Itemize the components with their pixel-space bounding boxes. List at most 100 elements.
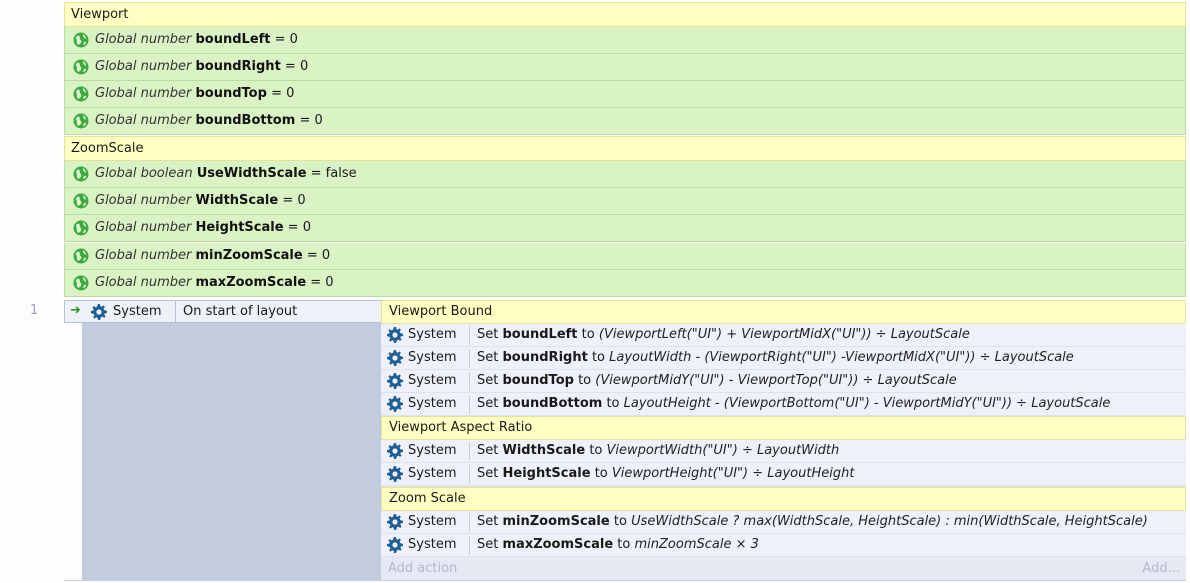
- group-title: ZoomScale: [71, 141, 144, 156]
- action-object: System: [408, 466, 457, 481]
- action-row[interactable]: System Set boundTop to (ViewportMidY("UI…: [381, 370, 1186, 393]
- globe-icon: [73, 166, 89, 182]
- action-object: System: [408, 350, 457, 365]
- action-object: System: [408, 514, 457, 529]
- action-object: System: [408, 373, 457, 388]
- group-header-viewport[interactable]: Viewport: [64, 2, 1186, 27]
- variable-value: = 0: [299, 113, 323, 128]
- globe-icon: [73, 113, 89, 129]
- action-text: Set HeightScale to ViewportHeight("UI") …: [477, 466, 855, 481]
- global-variable-row[interactable]: Global number boundBottom = 0: [64, 108, 1186, 135]
- event-condition-area[interactable]: ➜ System On start of layout: [64, 300, 382, 580]
- action-text: Set boundLeft to (ViewportLeft("UI") + V…: [477, 327, 970, 342]
- event-line-number: 1: [30, 303, 39, 318]
- variable-name: boundLeft: [195, 32, 271, 47]
- globe-icon: [73, 86, 89, 102]
- group-header-zoomscale[interactable]: ZoomScale: [64, 136, 1186, 161]
- global-variable-row[interactable]: Global number WidthScale = 0: [64, 188, 1186, 215]
- gear-icon: [387, 514, 403, 530]
- action-object: System: [408, 443, 457, 458]
- divider: [469, 442, 470, 461]
- add-row: Add action Add...: [381, 559, 1186, 580]
- action-row[interactable]: System Set WidthScale to ViewportWidth("…: [381, 440, 1186, 463]
- gear-icon: [387, 537, 403, 553]
- variable-name: HeightScale: [195, 220, 284, 235]
- gear-icon: [387, 373, 403, 389]
- variable-name: WidthScale: [195, 193, 279, 208]
- action-row[interactable]: System Set boundLeft to (ViewportLeft("U…: [381, 324, 1186, 347]
- subgroup-title: Zoom Scale: [389, 491, 466, 506]
- global-variable-row[interactable]: Global boolean UseWidthScale = false: [64, 161, 1186, 188]
- action-object: System: [408, 327, 457, 342]
- action-text: Set boundTop to (ViewportMidY("UI") - Vi…: [477, 373, 957, 388]
- event-condition-row[interactable]: ➜ System On start of layout: [64, 300, 382, 323]
- variable-value: = 0: [287, 220, 311, 235]
- divider: [469, 326, 470, 345]
- action-object: System: [408, 537, 457, 552]
- gear-icon: [387, 466, 403, 482]
- subgroup-title: Viewport Aspect Ratio: [389, 420, 533, 435]
- subgroup-title: Viewport Bound: [389, 304, 493, 319]
- global-variable-row[interactable]: Global number minZoomScale = 0: [64, 243, 1186, 270]
- variable-name: minZoomScale: [195, 248, 303, 263]
- action-text: Set boundRight to LayoutWidth - (Viewpor…: [477, 350, 1074, 365]
- variable-kind: Global number: [95, 220, 192, 235]
- gear-icon: [387, 327, 403, 343]
- action-row[interactable]: System Set HeightScale to ViewportHeight…: [381, 463, 1186, 486]
- variable-value: = 0: [274, 32, 298, 47]
- divider: [175, 301, 176, 323]
- action-object: System: [408, 396, 457, 411]
- variable-value: = 0: [271, 86, 295, 101]
- gear-icon: [387, 443, 403, 459]
- variable-value: = false: [310, 166, 357, 181]
- global-variable-row[interactable]: Global number boundRight = 0: [64, 54, 1186, 81]
- global-variable-row[interactable]: Global number boundTop = 0: [64, 81, 1186, 108]
- gear-icon: [387, 350, 403, 366]
- variable-value: = 0: [284, 59, 309, 74]
- divider: [469, 349, 470, 368]
- action-row[interactable]: System Set maxZoomScale to minZoomScale …: [381, 534, 1186, 557]
- variable-name: boundTop: [195, 86, 267, 101]
- action-row[interactable]: System Set minZoomScale to UseWidthScale…: [381, 511, 1186, 534]
- divider: [469, 465, 470, 484]
- divider: [469, 372, 470, 391]
- condition-object: System: [113, 304, 162, 319]
- globe-icon: [73, 248, 89, 264]
- variable-kind: Global number: [95, 86, 192, 101]
- action-text: Set minZoomScale to UseWidthScale ? max(…: [477, 514, 1148, 529]
- event-actions-area[interactable]: Viewport Bound System Set boundLeft to (…: [381, 300, 1186, 580]
- variable-kind: Global number: [95, 248, 192, 263]
- action-text: Set maxZoomScale to minZoomScale × 3: [477, 537, 759, 552]
- variable-name: maxZoomScale: [195, 275, 307, 290]
- condition-text: On start of layout: [183, 304, 298, 319]
- action-text: Set boundBottom to LayoutHeight - (Viewp…: [477, 396, 1111, 411]
- add-more-link[interactable]: Add...: [1142, 561, 1180, 576]
- add-action-link[interactable]: Add action: [388, 561, 457, 576]
- arrow-right-icon: ➜: [70, 303, 81, 318]
- globe-icon: [73, 220, 89, 236]
- divider: [469, 513, 470, 532]
- global-variable-row[interactable]: Global number maxZoomScale = 0: [64, 270, 1186, 297]
- divider: [469, 536, 470, 555]
- globe-icon: [73, 59, 89, 75]
- variable-kind: Global number: [95, 193, 192, 208]
- subgroup-header-viewport-aspect-ratio[interactable]: Viewport Aspect Ratio: [381, 416, 1186, 440]
- variable-kind: Global number: [95, 59, 192, 74]
- variable-kind: Global number: [95, 32, 192, 47]
- global-variable-row[interactable]: Global number HeightScale = 0: [64, 215, 1186, 242]
- action-row[interactable]: System Set boundRight to LayoutWidth - (…: [381, 347, 1186, 370]
- variable-kind: Global number: [95, 275, 192, 290]
- action-row[interactable]: System Set boundBottom to LayoutHeight -…: [381, 393, 1186, 416]
- subgroup-header-viewport-bound[interactable]: Viewport Bound: [381, 300, 1186, 324]
- variable-value: = 0: [282, 193, 306, 208]
- divider: [469, 395, 470, 414]
- globe-icon: [73, 193, 89, 209]
- variable-kind: Global number: [95, 113, 192, 128]
- divider: [64, 580, 1186, 581]
- globe-icon: [73, 32, 89, 48]
- action-text: Set WidthScale to ViewportWidth("UI") ÷ …: [477, 443, 840, 458]
- variable-name: boundBottom: [195, 113, 296, 128]
- global-variable-row[interactable]: Global number boundLeft = 0: [64, 27, 1186, 54]
- gear-icon: [387, 396, 403, 412]
- subgroup-header-zoom-scale[interactable]: Zoom Scale: [381, 487, 1186, 511]
